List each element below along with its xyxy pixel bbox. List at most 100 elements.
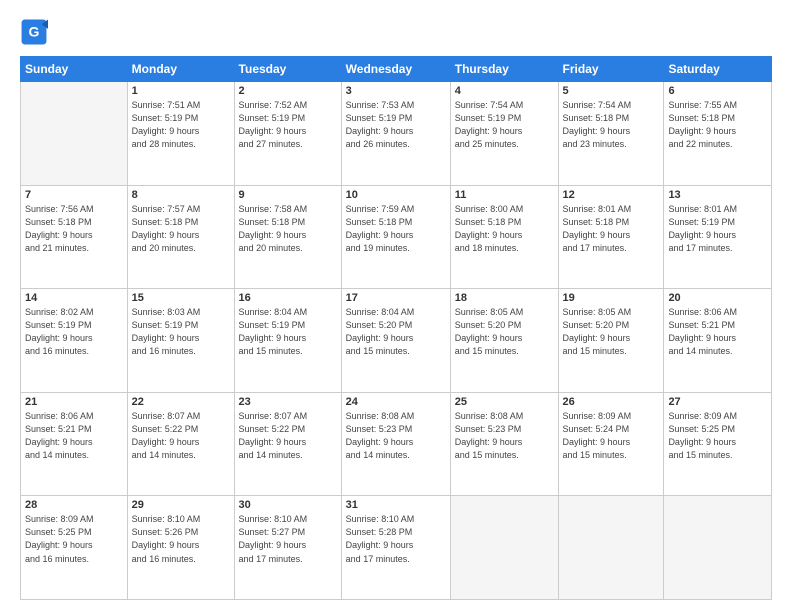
day-info: Sunrise: 7:58 AMSunset: 5:18 PMDaylight:… <box>239 203 337 255</box>
day-cell: 20 Sunrise: 8:06 AMSunset: 5:21 PMDayligh… <box>664 289 772 393</box>
col-header-monday: Monday <box>127 57 234 82</box>
day-info: Sunrise: 8:08 AMSunset: 5:23 PMDaylight:… <box>455 410 554 462</box>
day-info: Sunrise: 8:06 AMSunset: 5:21 PMDaylight:… <box>25 410 123 462</box>
day-cell: 4Sunrise: 7:54 AMSunset: 5:19 PMDaylight… <box>450 82 558 186</box>
day-cell <box>450 496 558 600</box>
day-cell: 19Sunrise: 8:05 AMSunset: 5:20 PMDayligh… <box>558 289 664 393</box>
day-info: Sunrise: 8:00 AMSunset: 5:18 PMDaylight:… <box>455 203 554 255</box>
day-cell: 11 Sunrise: 8:00 AMSunset: 5:18 PMDayligh… <box>450 185 558 289</box>
day-cell: 8 Sunrise: 7:57 AMSunset: 5:18 PMDaylight… <box>127 185 234 289</box>
day-cell: 14 Sunrise: 8:02 AMSunset: 5:19 PMDayligh… <box>21 289 128 393</box>
day-info: Sunrise: 7:55 AMSunset: 5:18 PMDaylight:… <box>668 99 767 151</box>
day-info: Sunrise: 8:07 AMSunset: 5:22 PMDaylight:… <box>239 410 337 462</box>
day-info: Sunrise: 7:52 AMSunset: 5:19 PMDaylight:… <box>239 99 337 151</box>
col-header-friday: Friday <box>558 57 664 82</box>
day-number: 27 <box>668 396 767 408</box>
day-cell: 7 Sunrise: 7:56 AMSunset: 5:18 PMDaylight… <box>21 185 128 289</box>
day-number: 15 <box>132 292 230 304</box>
day-cell: 2 Sunrise: 7:52 AMSunset: 5:19 PMDaylight… <box>234 82 341 186</box>
col-header-sunday: Sunday <box>21 57 128 82</box>
week-row-0: 1 Sunrise: 7:51 AMSunset: 5:19 PMDaylight… <box>21 82 772 186</box>
day-number: 23 <box>239 396 337 408</box>
day-cell: 23 Sunrise: 8:07 AMSunset: 5:22 PMDayligh… <box>234 392 341 496</box>
day-number: 3 <box>346 85 446 97</box>
day-number: 17 <box>346 292 446 304</box>
day-info: Sunrise: 8:09 AMSunset: 5:25 PMDaylight:… <box>25 513 123 565</box>
day-number: 25 <box>455 396 554 408</box>
day-info: Sunrise: 8:07 AMSunset: 5:22 PMDaylight:… <box>132 410 230 462</box>
day-cell: 3 Sunrise: 7:53 AMSunset: 5:19 PMDaylight… <box>341 82 450 186</box>
day-cell: 27Sunrise: 8:09 AMSunset: 5:25 PMDayligh… <box>664 392 772 496</box>
day-number: 13 <box>668 189 767 201</box>
day-info: Sunrise: 7:56 AMSunset: 5:18 PMDaylight:… <box>25 203 123 255</box>
day-cell: 18Sunrise: 8:05 AMSunset: 5:20 PMDayligh… <box>450 289 558 393</box>
day-info: Sunrise: 8:01 AMSunset: 5:18 PMDaylight:… <box>563 203 660 255</box>
svg-text:G: G <box>29 24 40 40</box>
day-cell: 24 Sunrise: 8:08 AMSunset: 5:23 PMDayligh… <box>341 392 450 496</box>
day-number: 28 <box>25 499 123 511</box>
day-number: 16 <box>239 292 337 304</box>
day-number: 19 <box>563 292 660 304</box>
day-number: 29 <box>132 499 230 511</box>
day-number: 12 <box>563 189 660 201</box>
day-info: Sunrise: 7:51 AMSunset: 5:19 PMDaylight:… <box>132 99 230 151</box>
day-info: Sunrise: 7:54 AMSunset: 5:18 PMDaylight:… <box>563 99 660 151</box>
day-cell: 9 Sunrise: 7:58 AMSunset: 5:18 PMDaylight… <box>234 185 341 289</box>
day-cell: 21 Sunrise: 8:06 AMSunset: 5:21 PMDayligh… <box>21 392 128 496</box>
day-number: 10 <box>346 189 446 201</box>
week-row-3: 21 Sunrise: 8:06 AMSunset: 5:21 PMDayligh… <box>21 392 772 496</box>
day-number: 14 <box>25 292 123 304</box>
col-header-wednesday: Wednesday <box>341 57 450 82</box>
day-number: 2 <box>239 85 337 97</box>
day-cell: 5 Sunrise: 7:54 AMSunset: 5:18 PMDaylight… <box>558 82 664 186</box>
day-info: Sunrise: 8:06 AMSunset: 5:21 PMDaylight:… <box>668 306 767 358</box>
day-info: Sunrise: 8:10 AMSunset: 5:27 PMDaylight:… <box>239 513 337 565</box>
day-cell: 31 Sunrise: 8:10 AMSunset: 5:28 PMDayligh… <box>341 496 450 600</box>
day-cell: 28 Sunrise: 8:09 AMSunset: 5:25 PMDayligh… <box>21 496 128 600</box>
day-info: Sunrise: 8:01 AMSunset: 5:19 PMDaylight:… <box>668 203 767 255</box>
day-info: Sunrise: 8:02 AMSunset: 5:19 PMDaylight:… <box>25 306 123 358</box>
day-cell <box>664 496 772 600</box>
day-cell: 29Sunrise: 8:10 AMSunset: 5:26 PMDayligh… <box>127 496 234 600</box>
day-number: 5 <box>563 85 660 97</box>
day-number: 1 <box>132 85 230 97</box>
day-cell: 22Sunrise: 8:07 AMSunset: 5:22 PMDayligh… <box>127 392 234 496</box>
day-number: 31 <box>346 499 446 511</box>
day-info: Sunrise: 8:03 AMSunset: 5:19 PMDaylight:… <box>132 306 230 358</box>
logo: G <box>20 18 52 46</box>
day-info: Sunrise: 8:09 AMSunset: 5:24 PMDaylight:… <box>563 410 660 462</box>
day-cell: 30Sunrise: 8:10 AMSunset: 5:27 PMDayligh… <box>234 496 341 600</box>
day-number: 6 <box>668 85 767 97</box>
day-cell: 15 Sunrise: 8:03 AMSunset: 5:19 PMDayligh… <box>127 289 234 393</box>
day-info: Sunrise: 8:10 AMSunset: 5:28 PMDaylight:… <box>346 513 446 565</box>
col-header-thursday: Thursday <box>450 57 558 82</box>
day-number: 9 <box>239 189 337 201</box>
day-info: Sunrise: 7:57 AMSunset: 5:18 PMDaylight:… <box>132 203 230 255</box>
day-cell <box>558 496 664 600</box>
day-number: 7 <box>25 189 123 201</box>
day-number: 21 <box>25 396 123 408</box>
calendar-table: SundayMondayTuesdayWednesdayThursdayFrid… <box>20 56 772 600</box>
day-cell: 26Sunrise: 8:09 AMSunset: 5:24 PMDayligh… <box>558 392 664 496</box>
week-row-1: 7 Sunrise: 7:56 AMSunset: 5:18 PMDaylight… <box>21 185 772 289</box>
day-number: 18 <box>455 292 554 304</box>
day-number: 24 <box>346 396 446 408</box>
day-cell: 1 Sunrise: 7:51 AMSunset: 5:19 PMDaylight… <box>127 82 234 186</box>
day-number: 20 <box>668 292 767 304</box>
day-info: Sunrise: 8:04 AMSunset: 5:20 PMDaylight:… <box>346 306 446 358</box>
day-cell: 16 Sunrise: 8:04 AMSunset: 5:19 PMDayligh… <box>234 289 341 393</box>
day-info: Sunrise: 7:53 AMSunset: 5:19 PMDaylight:… <box>346 99 446 151</box>
header: G <box>20 18 772 46</box>
logo-icon: G <box>20 18 48 46</box>
day-cell: 6 Sunrise: 7:55 AMSunset: 5:18 PMDaylight… <box>664 82 772 186</box>
day-cell: 13 Sunrise: 8:01 AMSunset: 5:19 PMDayligh… <box>664 185 772 289</box>
day-number: 8 <box>132 189 230 201</box>
week-row-2: 14 Sunrise: 8:02 AMSunset: 5:19 PMDayligh… <box>21 289 772 393</box>
day-cell: 17 Sunrise: 8:04 AMSunset: 5:20 PMDayligh… <box>341 289 450 393</box>
day-cell <box>21 82 128 186</box>
day-number: 4 <box>455 85 554 97</box>
day-cell: 10Sunrise: 7:59 AMSunset: 5:18 PMDayligh… <box>341 185 450 289</box>
day-number: 11 <box>455 189 554 201</box>
day-info: Sunrise: 8:04 AMSunset: 5:19 PMDaylight:… <box>239 306 337 358</box>
day-info: Sunrise: 8:08 AMSunset: 5:23 PMDaylight:… <box>346 410 446 462</box>
